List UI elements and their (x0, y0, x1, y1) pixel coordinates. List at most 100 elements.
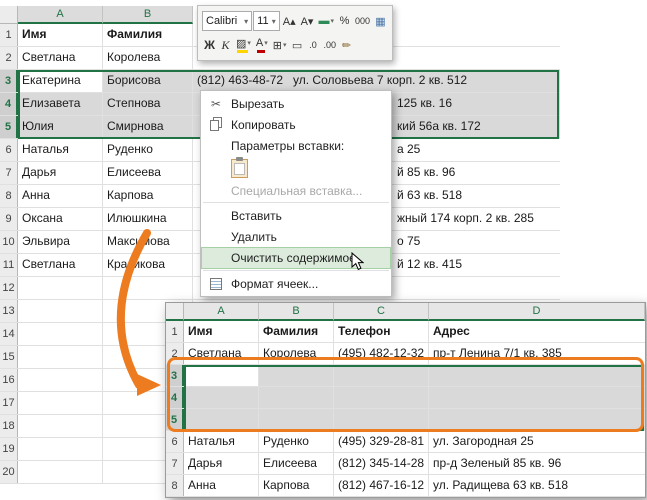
cell-phone[interactable]: (495) 482-12-32 (334, 343, 429, 364)
cell-name[interactable] (18, 461, 103, 483)
row-header[interactable]: 1 (0, 24, 18, 46)
cell-surname[interactable] (259, 387, 334, 408)
cell-name[interactable]: Имя (18, 24, 103, 46)
cell-name[interactable] (184, 365, 259, 386)
cell-phone[interactable] (334, 409, 429, 430)
row-header[interactable]: 4 (166, 387, 184, 408)
toolbar-button[interactable]: ▭ (290, 35, 305, 55)
toolbar-button[interactable]: ⊞ (271, 35, 289, 55)
cell-address[interactable]: ул. Радищева 63 кв. 518 (429, 475, 645, 496)
toolbar-button[interactable]: .00 (322, 35, 339, 55)
cell-phone[interactable]: (812) 467-16-12 (334, 475, 429, 496)
cell-surname[interactable]: Илюшкина (103, 208, 193, 230)
row-header[interactable]: 1 (166, 321, 184, 342)
cell-address-fragment[interactable]: й 63 кв. 518 (397, 185, 462, 206)
cell-surname[interactable]: Степнова (103, 93, 193, 115)
cell-name[interactable]: Анна (18, 185, 103, 207)
row-header[interactable]: 5 (0, 116, 18, 138)
toolbar-button[interactable]: ▦ (373, 11, 388, 31)
cell-name[interactable]: Наталья (18, 139, 103, 161)
toolbar-button[interactable]: 000 (353, 11, 372, 31)
toolbar-button[interactable]: ✏ (339, 35, 354, 55)
context-menu-item[interactable]: Специальная вставка... (201, 180, 391, 201)
row-header[interactable]: 10 (0, 231, 18, 253)
toolbar-button[interactable]: А (254, 35, 270, 55)
cell-surname[interactable]: Красикова (103, 254, 193, 276)
toolbar-button[interactable]: .0 (306, 35, 321, 55)
cell-name[interactable]: Анна (184, 475, 259, 496)
column-header[interactable]: B (259, 303, 334, 321)
cell-name[interactable] (18, 277, 103, 299)
cell-name[interactable] (184, 409, 259, 430)
cell-address[interactable] (429, 387, 645, 408)
row-header[interactable]: 8 (0, 185, 18, 207)
cell-surname[interactable] (259, 365, 334, 386)
select-all-corner[interactable] (166, 303, 184, 321)
cell-surname[interactable]: Королева (259, 343, 334, 364)
cell-name[interactable] (18, 438, 103, 460)
cell-phone[interactable] (334, 365, 429, 386)
cell-address-text[interactable]: ул. Соловьева 7 корп. 2 кв. 512 (293, 70, 467, 91)
context-menu-item[interactable]: Вставить (201, 202, 391, 226)
cell-name[interactable] (18, 300, 103, 322)
select-all-corner[interactable] (0, 6, 18, 24)
row-header[interactable]: 20 (0, 461, 18, 483)
context-menu-item[interactable]: Удалить (201, 226, 391, 247)
cell-surname[interactable]: Елисеева (259, 453, 334, 474)
row-header[interactable]: 3 (166, 365, 184, 386)
cell-name[interactable]: Светлана (18, 254, 103, 276)
cell-address[interactable]: Адрес (429, 321, 645, 342)
row-header[interactable]: 2 (166, 343, 184, 364)
cell-surname[interactable] (259, 409, 334, 430)
cell-address[interactable]: пр-д Зеленый 85 кв. 96 (429, 453, 645, 474)
cell-name[interactable]: Имя (184, 321, 259, 342)
cell-surname[interactable]: Руденко (259, 431, 334, 452)
toolbar-button[interactable]: A▾ (299, 11, 316, 31)
cell-surname[interactable]: Максимова (103, 231, 193, 253)
cell-name[interactable] (18, 346, 103, 368)
cell-surname[interactable]: Смирнова (103, 116, 193, 138)
cell-name[interactable] (18, 392, 103, 414)
column-header[interactable]: D (429, 303, 645, 321)
cell-surname[interactable]: Борисова (103, 70, 193, 92)
cell-name[interactable]: Светлана (184, 343, 259, 364)
cell-surname[interactable]: Карпова (103, 185, 193, 207)
row-header[interactable]: 16 (0, 369, 18, 391)
cell-address-fragment[interactable]: жный 174 корп. 2 кв. 285 (397, 208, 534, 229)
row-header[interactable]: 7 (0, 162, 18, 184)
cell-surname[interactable]: Королева (103, 47, 193, 69)
cell-name[interactable] (18, 415, 103, 437)
toolbar-button[interactable]: % (337, 11, 352, 31)
column-header[interactable]: B (103, 6, 193, 24)
row-header[interactable]: 19 (0, 438, 18, 460)
row-header[interactable]: 3 (0, 70, 18, 92)
cell-name[interactable]: Дарья (184, 453, 259, 474)
row-header[interactable]: 12 (0, 277, 18, 299)
cell-name[interactable]: Дарья (18, 162, 103, 184)
font-name-select[interactable]: Calibri ▾ (202, 11, 253, 31)
row-header[interactable]: 18 (0, 415, 18, 437)
cell-surname[interactable]: Елисеева (103, 162, 193, 184)
cell-surname[interactable]: Фамилия (103, 24, 193, 46)
row-header[interactable]: 11 (0, 254, 18, 276)
paste-option-icon[interactable] (231, 156, 248, 178)
cell-name[interactable]: Наталья (184, 431, 259, 452)
cell-name[interactable]: Светлана (18, 47, 103, 69)
cell-address[interactable] (429, 409, 645, 430)
cell-surname[interactable]: Руденко (103, 139, 193, 161)
cell-name[interactable]: Екатерина (18, 70, 103, 92)
cell-address[interactable]: пр-т Ленина 7/1 кв. 385 (429, 343, 645, 364)
cell-address[interactable] (429, 365, 645, 386)
cell-name[interactable] (18, 323, 103, 345)
context-menu-item[interactable]: Параметры вставки: (201, 135, 391, 156)
cell-address-fragment[interactable]: кий 56а кв. 172 (397, 116, 481, 137)
cell-name[interactable]: Елизавета (18, 93, 103, 115)
cell-address-fragment[interactable]: й 12 кв. 415 (397, 254, 462, 275)
context-menu-item[interactable]: Вырезать (201, 93, 391, 114)
toolbar-button[interactable]: Ж (202, 35, 217, 55)
row-header[interactable]: 13 (0, 300, 18, 322)
row-header[interactable]: 8 (166, 475, 184, 496)
row-header[interactable]: 4 (0, 93, 18, 115)
cell-phone[interactable]: (495) 329-28-81 (334, 431, 429, 452)
row-header[interactable]: 2 (0, 47, 18, 69)
